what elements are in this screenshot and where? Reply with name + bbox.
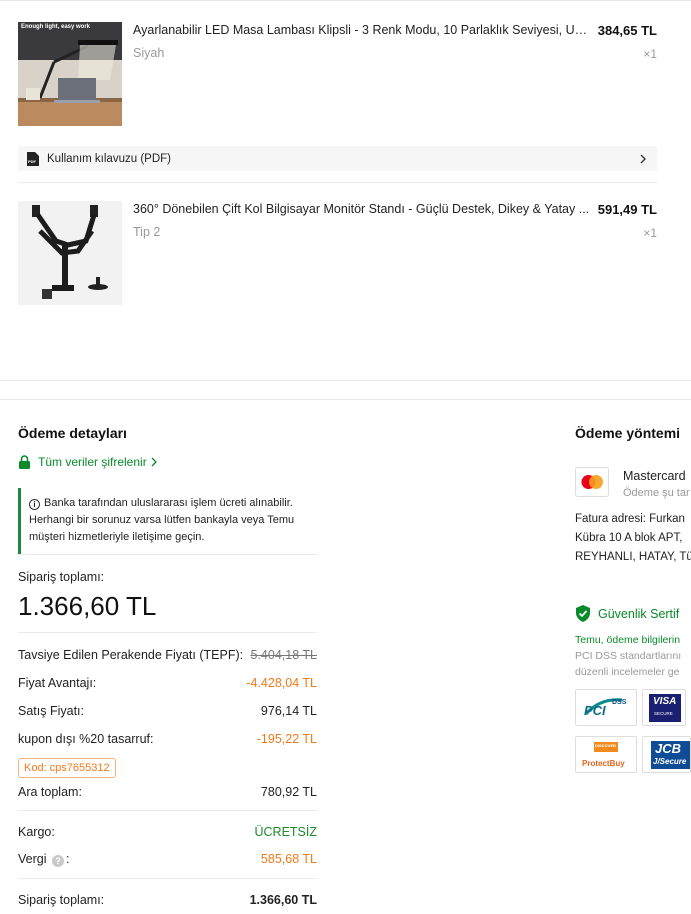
coupon-savings-value: -195,22 TL: [256, 732, 317, 746]
card-subtext: Ödeme şu tar: [623, 487, 690, 499]
discover-protectbuy-badge: DISCOVER ProtectBuy: [575, 736, 637, 773]
pci-label: PCI: [584, 703, 606, 718]
coupon-code-badge: Kod: cps7655312: [18, 758, 116, 778]
top-divider: [0, 0, 691, 1]
item-divider: [18, 182, 657, 183]
user-manual-link[interactable]: PDF Kullanım kılavuzu (PDF): [18, 146, 657, 171]
product-image-monitor-stand[interactable]: [18, 201, 122, 305]
chevron-right-icon: [637, 152, 649, 164]
tax-divider: [18, 878, 317, 879]
pdf-icon: PDF: [27, 151, 39, 166]
product-variant: Tip 2: [133, 225, 161, 239]
shipping-label: Kargo:: [18, 825, 55, 839]
pdf-tag: PDF: [28, 158, 36, 164]
dss-label: DSS: [612, 699, 627, 706]
jsecure-label: J/Secure: [653, 757, 687, 766]
notice-divider: [18, 554, 317, 555]
price-advantage-value: -4.428,04 TL: [246, 676, 317, 690]
subtotal-divider: [18, 810, 317, 811]
total-divider: [18, 632, 317, 633]
visa-label: VISA: [653, 696, 677, 707]
product-image-desk-lamp[interactable]: Enough light, easy work: [18, 22, 122, 126]
security-title: Güvenlik Sertif: [598, 606, 680, 621]
subtotal-value: 780,92 TL: [260, 785, 317, 799]
price-advantage-label: Fiyat Avantajı:: [18, 676, 97, 690]
notice-text: Banka tarafından uluslararası işlem ücre…: [29, 497, 295, 543]
tax-row-label: Vergi ?:: [18, 852, 69, 867]
product-quantity: ×1: [643, 47, 657, 61]
final-total-label: Sipariş toplamı:: [18, 893, 105, 907]
order-total-amount: 1.366,60 TL: [18, 591, 157, 621]
shipping-value: ÜCRETSİZ: [254, 825, 318, 839]
mastercard-icon: [575, 467, 609, 497]
payment-details-title: Ödeme detayları: [18, 425, 127, 441]
pci-dss-badge: PCI DSS: [575, 689, 637, 726]
jcb-label: JCB: [655, 741, 682, 756]
security-line: PCI DSS standartlarını: [575, 650, 682, 662]
tax-value: 585,68 TL: [260, 852, 317, 866]
tax-label: Vergi: [18, 852, 47, 866]
product-title[interactable]: 360° Dönebilen Çift Kol Bilgisayar Monit…: [133, 202, 593, 216]
tepf-value: 5.404,18 TL: [250, 648, 318, 662]
visa-sub-label: SECURE: [654, 711, 673, 716]
final-total-value: 1.366,60 TL: [249, 893, 317, 907]
thumb-caption: Enough light, easy work: [21, 24, 91, 30]
security-line: düzenli incelemeler ge: [575, 666, 680, 678]
manual-label: Kullanım kılavuzu (PDF): [47, 152, 171, 165]
info-icon: i: [29, 499, 40, 510]
sale-price-value: 976,14 TL: [260, 704, 317, 718]
section-divider: [0, 399, 691, 400]
address-line: REYHANLI, HATAY, Tü: [575, 551, 691, 563]
bank-fee-notice: i Banka tarafından uluslararası işlem ücr…: [18, 488, 317, 554]
billing-address: Fatura adresi: Furkan Kübra 10 A blok AP…: [575, 510, 691, 567]
tepf-label: Tavsiye Edilen Perakende Fiyatı (TEPF):: [18, 648, 244, 662]
product-quantity: ×1: [643, 226, 657, 240]
jcb-secure-badge: JCB J/Secure: [642, 736, 691, 773]
address-line: Fatura adresi: Furkan: [575, 513, 685, 525]
cart-item[interactable]: 360° Dönebilen Çift Kol Bilgisayar Monit…: [18, 201, 658, 305]
security-description: Temu, ödeme bilgilerin PCI DSS standartl…: [575, 632, 691, 680]
shield-check-icon: [576, 605, 590, 622]
tax-colon: :: [65, 852, 70, 866]
product-price: 591,49 TL: [597, 202, 657, 217]
lock-icon: [19, 455, 30, 469]
cart-item[interactable]: Enough light, easy work Ayarlanabilir LE…: [18, 22, 658, 128]
card-name: Mastercard: [623, 469, 686, 483]
order-total-label: Sipariş toplamı:: [18, 570, 105, 584]
product-price: 384,65 TL: [597, 23, 657, 38]
help-icon[interactable]: ?: [51, 855, 64, 867]
security-certificate-heading[interactable]: Güvenlik Sertif: [575, 605, 679, 622]
protectbuy-label: ProtectBuy: [582, 759, 625, 768]
discover-label: DISCOVER: [595, 743, 616, 748]
section-divider: [0, 380, 691, 381]
address-line: Kübra 10 A blok APT,: [575, 532, 683, 544]
chevron-right-icon: [151, 457, 157, 467]
coupon-savings-label: kupon dışı %20 tasarruf:: [18, 732, 154, 746]
payment-method-title: Ödeme yöntemi: [575, 425, 681, 441]
subtotal-label: Ara toplam:: [18, 785, 82, 799]
product-title[interactable]: Ayarlanabilir LED Masa Lambası Klipsli -…: [133, 23, 593, 37]
product-variant: Siyah: [133, 46, 165, 60]
security-line: Temu, ödeme bilgilerin: [575, 634, 681, 646]
encryption-link[interactable]: Tüm veriler şifrelenir: [18, 455, 165, 469]
visa-secure-badge: VISA SECURE: [642, 689, 686, 726]
encryption-label: Tüm veriler şifrelenir: [38, 455, 147, 469]
sale-price-label: Satış Fiyatı:: [18, 704, 84, 718]
